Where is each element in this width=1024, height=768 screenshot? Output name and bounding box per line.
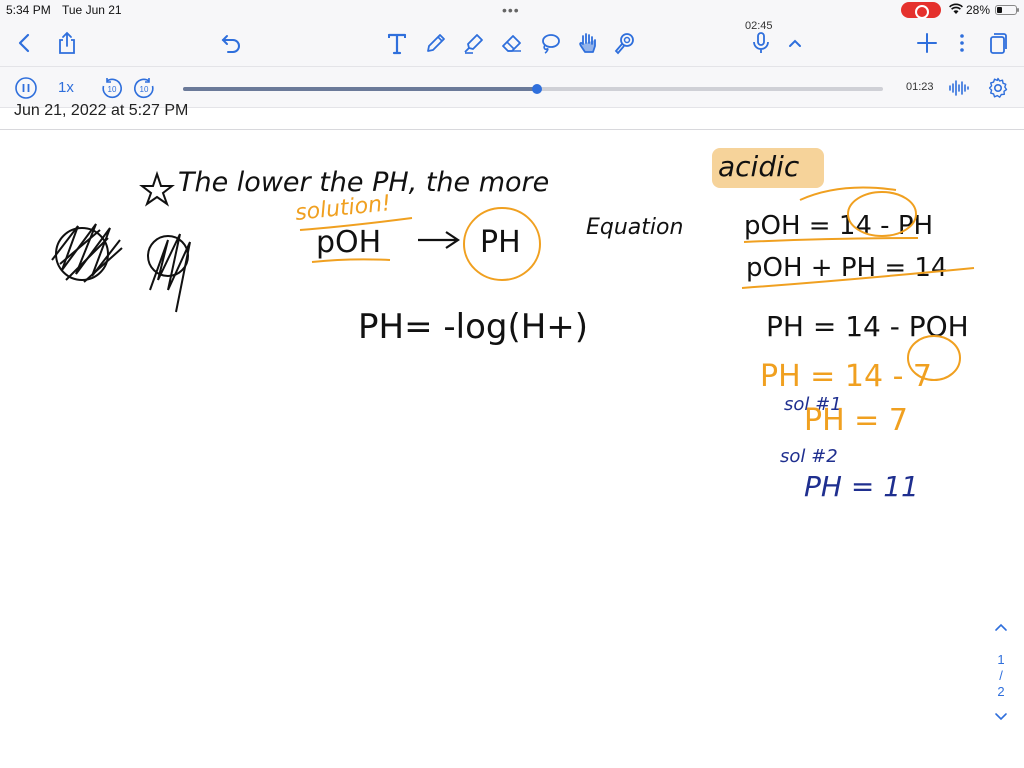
equation-6: PH = 11: [804, 470, 919, 503]
battery-percentage: 28%: [966, 3, 991, 17]
notes-app: 5:34 PM Tue Jun 21 ••• 28% 02:45 1x 10 1…: [0, 0, 1024, 768]
pages-icon[interactable]: [983, 28, 1013, 58]
equation-1: pOH = 14 - PH: [744, 211, 933, 241]
microphone-icon[interactable]: [746, 28, 776, 58]
highlighter-icon[interactable]: [459, 28, 489, 58]
star-icon: [139, 170, 175, 207]
playback-progress-slider[interactable]: [183, 84, 883, 94]
multitasking-dots-icon[interactable]: •••: [502, 2, 520, 18]
playback-progress-handle[interactable]: [531, 84, 542, 94]
note-canvas[interactable]: The lower the PH, the more acidic soluti…: [0, 130, 1024, 768]
skip-forward-label: 10: [140, 85, 149, 94]
arrow-right-icon: [418, 231, 460, 249]
share-icon[interactable]: [52, 28, 82, 58]
handwriting-layer: The lower the PH, the more acidic soluti…: [51, 148, 975, 503]
playback-speed-button[interactable]: 1x: [58, 79, 74, 96]
page-navigator: 1 / 2: [988, 620, 1014, 740]
sol-2-label: sol #2: [780, 446, 838, 467]
status-time: 5:34 PM: [6, 3, 51, 17]
ph-formula: PH= -log(H+): [358, 307, 588, 347]
wifi-icon: [949, 3, 963, 18]
equation-2: pOH + PH = 14: [746, 253, 947, 283]
top-toolbar: 02:45: [0, 20, 1024, 66]
equation-5: PH = 7: [804, 403, 908, 438]
pause-icon[interactable]: [13, 75, 39, 101]
eraser-icon[interactable]: [497, 28, 527, 58]
page-separator: /: [999, 668, 1003, 683]
note-date: Jun 21, 2022 at 5:27 PM: [14, 102, 189, 119]
total-page-number: 2: [997, 684, 1005, 699]
equation-1-arrow: [799, 186, 897, 201]
elapsed-time: 01:23: [906, 81, 934, 93]
lasso-icon[interactable]: [535, 28, 565, 58]
status-date: Tue Jun 21: [62, 3, 122, 17]
acidic-word: acidic: [718, 150, 800, 183]
more-icon[interactable]: [947, 28, 977, 58]
scribble-drawing: [51, 223, 191, 313]
screen-recording-icon[interactable]: [901, 2, 941, 19]
laser-pointer-icon[interactable]: [610, 28, 640, 58]
skip-forward-icon[interactable]: 10: [131, 75, 157, 101]
equation-4: PH = 14 - 7: [760, 359, 932, 394]
playback-progress-fill: [183, 87, 537, 91]
note-header: Jun 21, 2022 at 5:27 PM: [0, 102, 1024, 130]
current-page-number: 1: [997, 652, 1005, 667]
waveform-icon[interactable]: [946, 75, 972, 101]
chevron-up-icon[interactable]: [780, 28, 810, 58]
equation-label: Equation: [586, 215, 683, 240]
battery-icon: [995, 5, 1019, 15]
add-icon[interactable]: [912, 28, 942, 58]
back-icon[interactable]: [10, 28, 40, 58]
equation-3: PH = 14 - POH: [766, 310, 969, 343]
gear-icon[interactable]: [985, 75, 1011, 101]
page-down-icon[interactable]: [988, 710, 1014, 732]
pen-icon[interactable]: [421, 28, 451, 58]
page-up-icon[interactable]: [988, 620, 1014, 642]
hand-icon[interactable]: [573, 28, 603, 58]
text-tool-icon[interactable]: [382, 28, 412, 58]
undo-icon[interactable]: [216, 28, 246, 58]
skip-back-label: 10: [108, 85, 117, 94]
skip-back-icon[interactable]: 10: [99, 75, 125, 101]
poh-label: pOH: [316, 225, 381, 260]
ph-label: PH: [480, 225, 521, 260]
status-bar: 5:34 PM Tue Jun 21 ••• 28%: [0, 0, 1024, 20]
